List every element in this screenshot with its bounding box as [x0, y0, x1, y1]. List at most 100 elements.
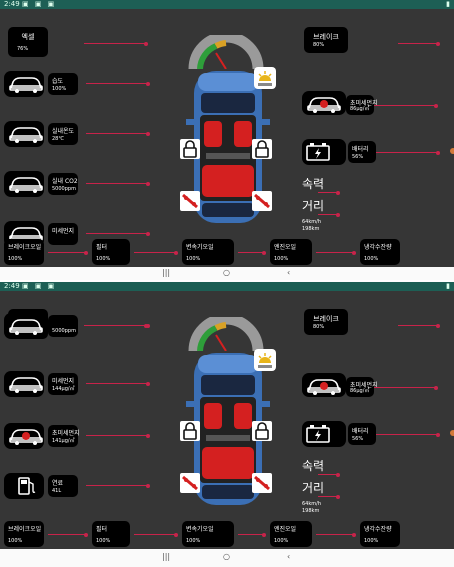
bottom-stat-box: 브레이크오일 100% — [4, 521, 44, 547]
connector-line — [134, 250, 178, 255]
door-lock-icon — [252, 421, 272, 441]
connector-line — [376, 432, 440, 437]
connector-line — [86, 181, 150, 186]
bottom-stat-box: 변속기오일 100% — [182, 239, 234, 265]
left-stat-box: 연료 41L — [48, 475, 78, 497]
right-stat-box-value: 86μg/㎥ — [350, 388, 370, 394]
bottom-stat-box: 엔진오일 100% — [270, 521, 312, 547]
connector-line — [238, 250, 266, 255]
recent-apps-button[interactable]: ||| — [162, 268, 170, 277]
car-icon — [4, 71, 44, 97]
back-button[interactable]: ‹ — [287, 268, 290, 277]
home-button[interactable]: ○ — [223, 552, 230, 561]
bottom-stat-box-value: 100% — [274, 256, 289, 262]
right-stat-box: 초미세먼지 86μg/㎥ — [346, 95, 378, 115]
connector-line — [86, 81, 150, 86]
left-stat-box: 실내 CO2 5000ppm — [48, 173, 78, 195]
bottom-stat-box: 필터 100% — [92, 239, 130, 265]
left-stat-box-label: 초미세먼지 — [52, 430, 80, 437]
connector-line — [86, 433, 150, 438]
left-stat-box-value: 100% — [52, 86, 67, 92]
scroll-indicator — [450, 430, 454, 436]
left-stat-box-value: 141μg/㎥ — [52, 438, 75, 444]
brake-box-label: 브레이크 — [313, 33, 339, 41]
car-icon — [4, 371, 44, 397]
left-stat-box: 5000ppm — [48, 315, 78, 337]
bottom-stat-box-value: 100% — [274, 538, 289, 544]
connector-line — [318, 190, 340, 195]
seatbelt-warning-icon — [180, 191, 200, 211]
back-button[interactable]: ‹ — [287, 552, 290, 561]
right-stat-box-label: 배터리 — [352, 428, 369, 435]
bottom-stat-box-label: 냉각수잔량 — [364, 244, 392, 251]
home-button[interactable]: ○ — [223, 268, 230, 277]
scroll-indicator — [450, 148, 454, 154]
left-stat-box-label: 습도 — [52, 78, 64, 85]
bottom-stat-box-label: 브레이크오일 — [8, 526, 42, 533]
car-icon — [4, 171, 44, 197]
connector-line — [318, 494, 340, 499]
notification-icons: ▣ ▣ ▣ — [22, 0, 57, 8]
bottom-stat-box-label: 엔진오일 — [274, 244, 297, 251]
connector-line — [238, 532, 266, 537]
bottom-stat-box: 냉각수잔량 100% — [360, 239, 400, 265]
left-stat-box: 미세먼지 144μg/㎥ — [48, 373, 78, 395]
status-time: 2:49 — [4, 282, 20, 290]
left-stat-box-value: 5000ppm — [52, 328, 76, 334]
left-stat-box-label: 연료 — [52, 480, 64, 487]
bottom-stat-box-label: 엔진오일 — [274, 526, 297, 533]
left-stat-box-value: 5000ppm — [52, 186, 76, 192]
left-stat-box-label: 미세먼지 — [52, 378, 75, 385]
door-lock-icon — [180, 139, 200, 159]
bottom-stat-box-value: 100% — [364, 256, 379, 262]
connector-line — [374, 103, 438, 108]
status-bar: 2:49 ▣ ▣ ▣ ▮ — [0, 0, 454, 9]
bottom-stat-box: 필터 100% — [92, 521, 130, 547]
speed-label: 속력 — [302, 177, 325, 191]
connector-line — [86, 381, 150, 386]
door-lock-icon — [252, 139, 272, 159]
bottom-stat-box-label: 냉각수잔량 — [364, 526, 392, 533]
left-stat-box: 실내온도 28℃ — [48, 123, 78, 145]
right-stat-box-value: 56% — [352, 154, 364, 160]
navigation-bar: ||| ○ ‹ — [0, 267, 454, 280]
car-alert-icon — [4, 423, 44, 449]
connector-line — [318, 472, 340, 477]
left-stat-box-label: 실내 CO2 — [52, 178, 78, 185]
connector-line — [86, 231, 150, 236]
right-stat-box: 배터리 56% — [348, 141, 376, 163]
car-icon — [4, 121, 44, 147]
recent-apps-button[interactable]: ||| — [162, 552, 170, 561]
connector-line — [376, 150, 440, 155]
bottom-stat-box-value: 100% — [364, 538, 379, 544]
speed-gauge — [188, 313, 264, 352]
battery-icon: ▮ — [446, 0, 450, 8]
dashboard-panel: 엑셀76%브레이크80%5000ppm미세먼지144μg/㎥초미세먼지141μg… — [0, 291, 454, 549]
right-stat-box: 배터리 56% — [348, 423, 376, 445]
battery-warning-icon — [302, 421, 346, 447]
distance-label: 거리 — [302, 481, 325, 495]
connector-line — [86, 483, 150, 488]
connector-line — [48, 532, 88, 537]
connector-line — [318, 212, 340, 217]
brake-box-label: 브레이크 — [313, 315, 339, 323]
brake-box-value: 80% — [313, 324, 325, 330]
distance-value: 198km — [302, 226, 320, 232]
left-stat-box-value: 41L — [52, 488, 62, 494]
bottom-stat-box-value: 100% — [8, 538, 23, 544]
left-stat-box-value: 28℃ — [52, 136, 64, 142]
seatbelt-warning-icon — [180, 473, 200, 493]
right-stat-box-value: 86μg/㎥ — [350, 106, 370, 112]
connector-line — [48, 250, 88, 255]
brake-box-value: 80% — [313, 42, 325, 48]
bottom-stat-box-label: 변속기오일 — [186, 526, 214, 533]
car-alert-icon — [302, 373, 346, 397]
connector-line — [398, 41, 440, 46]
seatbelt-warning-icon — [252, 191, 272, 211]
bottom-stat-box-label: 변속기오일 — [186, 244, 214, 251]
left-stat-box: 습도 100% — [48, 73, 78, 95]
accel-box-value: 76% — [17, 46, 29, 52]
seatbelt-warning-icon — [252, 473, 272, 493]
bottom-stat-box-value: 100% — [96, 538, 111, 544]
brake-box: 브레이크 80% — [304, 27, 348, 53]
